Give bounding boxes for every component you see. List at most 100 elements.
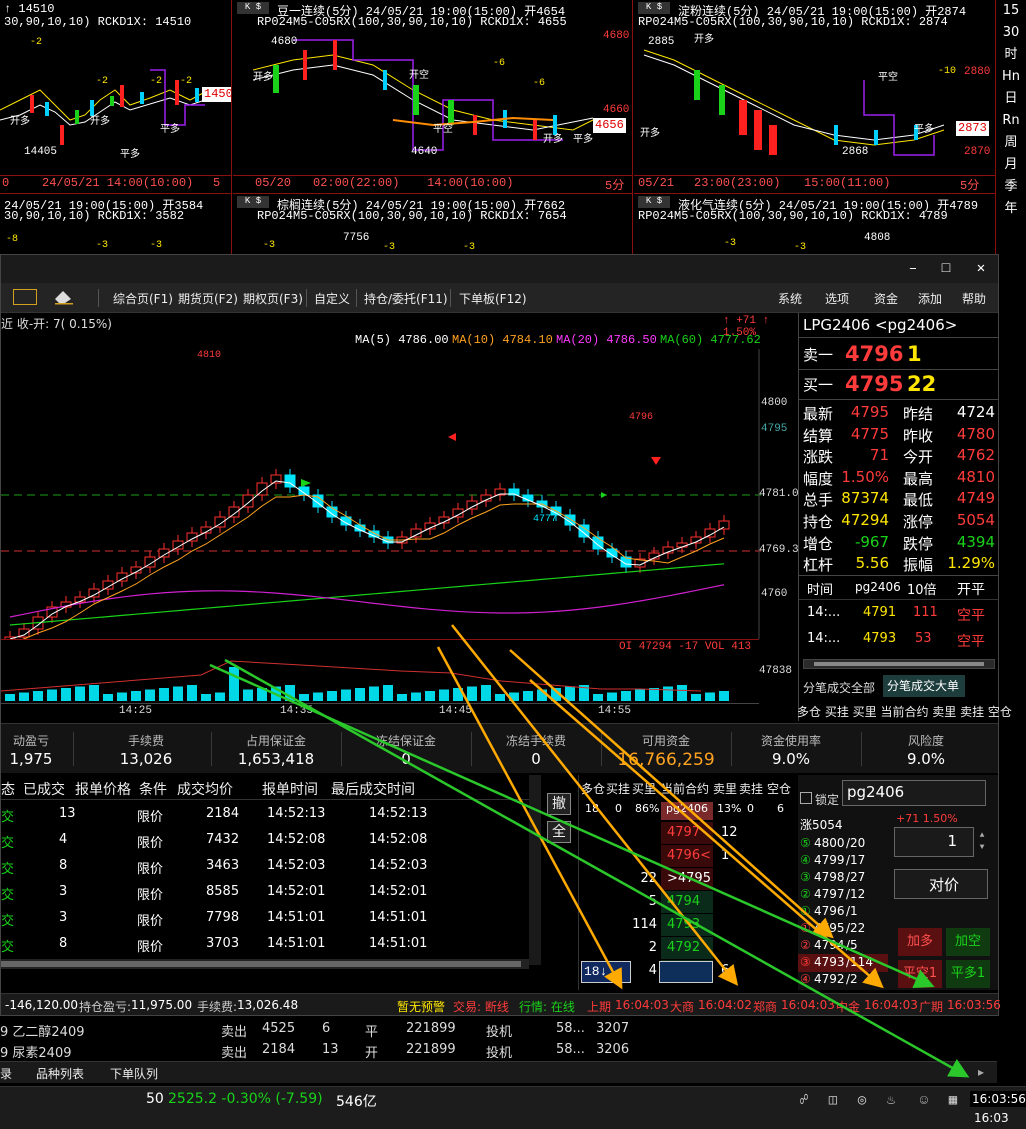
tick-row[interactable]: 14:... 4793 53 空平 [799,629,999,651]
user-icon[interactable]: ☺ [914,1091,934,1111]
menu-help[interactable]: 帮助 [962,290,986,307]
table-row[interactable]: 交 4 限价 7432 14:52:08 14:52:08 [1,827,529,853]
maximize-icon[interactable]: □ [936,259,956,279]
menu-settings[interactable]: 选项 [825,290,849,307]
col-header[interactable]: 最后成交时间 [331,779,415,799]
withdraw-all-button[interactable]: 全 [547,821,571,843]
eraser-icon[interactable] [51,287,75,305]
tick-scrollbar[interactable] [803,659,995,669]
col-header[interactable]: 报单时间 [262,779,318,799]
menu-order-board[interactable]: 下单板(F12) [459,290,527,307]
ladder-row[interactable]: 2 4792 [579,937,794,960]
status-warn[interactable]: 暂无预警 [397,998,445,1015]
quantity-input[interactable]: 1 [894,827,974,857]
ladder-row[interactable]: 4796< 1 [579,845,794,868]
ladder-row[interactable]: 4797 12 [579,822,794,845]
table-row[interactable]: 交 8 限价 3463 14:52:03 14:52:03 [1,853,529,879]
menu-custom[interactable]: 自定义 [314,290,350,307]
mini-chart-5[interactable]: K $ 棕榈连续(5分) 24/05/21 19:00(15:00) 开7662… [233,193,633,255]
period-item[interactable]: 季 [996,176,1026,198]
period-item[interactable]: 日 [996,88,1026,110]
bell-icon[interactable]: ♨ [881,1091,901,1111]
menu-positions-orders[interactable]: 持仓/委托(F11) [364,290,448,307]
ladder-row[interactable]: 22 >4795 [579,868,794,891]
period-item[interactable]: Hn [996,66,1026,88]
mini-chart-4[interactable]: 24/05/21 19:00(15:00) 开3584 30,90,10,10)… [0,193,232,255]
add-long-button[interactable]: 加多 [898,928,942,956]
menu-overview[interactable]: 综合页(F1) [113,290,173,307]
k-icon[interactable]: K $ [638,196,670,208]
list-item[interactable]: 9 乙二醇2409 卖出 4525 6 平 221899 投机 58... 3207 [0,1019,997,1040]
col-header[interactable]: 成交均价 [177,779,233,799]
mini-chart-6[interactable]: K $ 液化气连续(5分) 24/05/21 19:00(15:00) 开478… [634,193,996,255]
k-icon[interactable]: K $ [237,196,269,208]
menu-system[interactable]: 系统 [778,290,802,307]
tick-row[interactable]: 14:... 4791 111 空平 [799,603,999,625]
period-item[interactable]: 周 [996,132,1026,154]
bid-row[interactable]: 买一 4795 22 [799,371,999,397]
database-icon[interactable]: ◫ [823,1091,843,1111]
ladder-qty-input[interactable]: 18↓ [581,961,631,983]
k-icon[interactable]: K $ [638,2,670,14]
table-row[interactable]: 交 8 限价 3703 14:51:01 14:51:01 [1,931,529,957]
period-item[interactable]: 年 [996,198,1026,220]
depth-level[interactable]: ② 4797/12 [798,886,888,904]
depth-level[interactable]: ③ 4798/27 [798,869,888,887]
menu-futures[interactable]: 期货页(F2) [178,290,238,307]
close-short-button[interactable]: 平空1 [898,960,942,988]
ladder-selected-price[interactable] [659,961,713,983]
globe-icon[interactable]: ◎ [852,1091,872,1111]
add-short-button[interactable]: 加空 [946,928,990,956]
depth-ladder[interactable]: 多仓 买挂 买里 当前合约 卖里 卖挂 空仓 18 0 86% pg2406 1… [578,775,793,990]
depth-level[interactable]: ⑤ 4800/20 [798,835,888,853]
depth-level[interactable]: ④ 4792/2 [798,971,888,989]
close-icon[interactable]: ✕ [971,259,991,279]
tab-big-ticks[interactable]: 分笔成交大单 [883,675,965,697]
mini-chart-3[interactable]: K $ 淀粉连续(5分) 24/05/21 19:00(15:00) 开2874… [634,0,996,193]
ladder-row[interactable]: 114 4793 [579,914,794,937]
period-item[interactable]: 月 [996,154,1026,176]
close-long-button[interactable]: 平多1 [946,960,990,988]
col-header[interactable]: 条件 [139,779,167,799]
tab-all-ticks[interactable]: 分笔成交全部 [803,679,875,696]
table-row[interactable]: 交 3 限价 7798 14:51:01 14:51:01 [1,905,529,931]
tab-order-queue[interactable]: 下单队列 [110,1065,158,1082]
orders-hscrollbar[interactable] [1,959,529,969]
depth-level[interactable]: ③ 4793/114 [798,954,888,972]
depth-level[interactable]: ① 4796/1 [798,903,888,921]
depth-level[interactable]: ① 4795/22 [798,920,888,938]
table-row[interactable]: 交 13 限价 2184 14:52:13 14:52:13 [1,801,529,827]
col-header[interactable]: 已成交 [23,779,65,799]
tab-product-list[interactable]: 品种列表 [36,1065,84,1082]
depth-level[interactable]: ② 4794/5 [798,937,888,955]
period-selector[interactable]: 15 30 时 Hn 日 Rn 周 月 季 年 [996,0,1026,245]
calculator-icon[interactable]: ▦ [943,1091,963,1111]
rectangle-tool-icon[interactable] [13,289,37,305]
price-mode-select[interactable]: 对价 [894,869,988,899]
quantity-stepper[interactable]: ▲ ▼ [976,830,988,854]
tab-record[interactable]: 录 [0,1065,12,1082]
menu-add[interactable]: 添加 [918,290,942,307]
ask-row[interactable]: 卖一 4796 1 [799,341,999,367]
orders-vscrollbar[interactable] [529,775,541,965]
main-kline-chart[interactable]: 近 收-开: 7( 0.15%) ↑ +71 ↑ 1.50% MA(5) 478… [1,313,799,721]
period-item[interactable]: Rn [996,110,1026,132]
withdraw-button[interactable]: 撤 [547,793,571,815]
network-icon[interactable]: ☍ [794,1091,814,1111]
window-titlebar[interactable]: – □ ✕ [1,255,998,283]
k-icon[interactable]: K $ [237,2,269,14]
period-item[interactable]: 30 [996,22,1026,44]
menu-options[interactable]: 期权页(F3) [243,290,303,307]
col-header[interactable]: 报单价格 [75,779,131,799]
period-item[interactable]: 时 [996,44,1026,66]
period-item[interactable]: 15 [996,0,1026,22]
lock-checkbox[interactable] [800,792,812,804]
mini-chart-2[interactable]: K $ 豆一连续(5分) 24/05/21 19:00(15:00) 开4654… [233,0,633,193]
chevron-right-icon[interactable]: ▸ [978,1065,984,1079]
table-row[interactable]: 交 3 限价 8585 14:52:01 14:52:01 [1,879,529,905]
minimize-icon[interactable]: – [903,259,923,279]
list-item[interactable]: 9 尿素2409 卖出 2184 13 开 221899 投机 58... 3206 [0,1040,997,1061]
menu-funds[interactable]: 资金 [874,290,898,307]
mini-chart-1[interactable]: ↑ 14510 30,90,10,10) RCKD1X: 14510 -2 -2… [0,0,232,193]
depth-level[interactable]: ④ 4799/17 [798,852,888,870]
